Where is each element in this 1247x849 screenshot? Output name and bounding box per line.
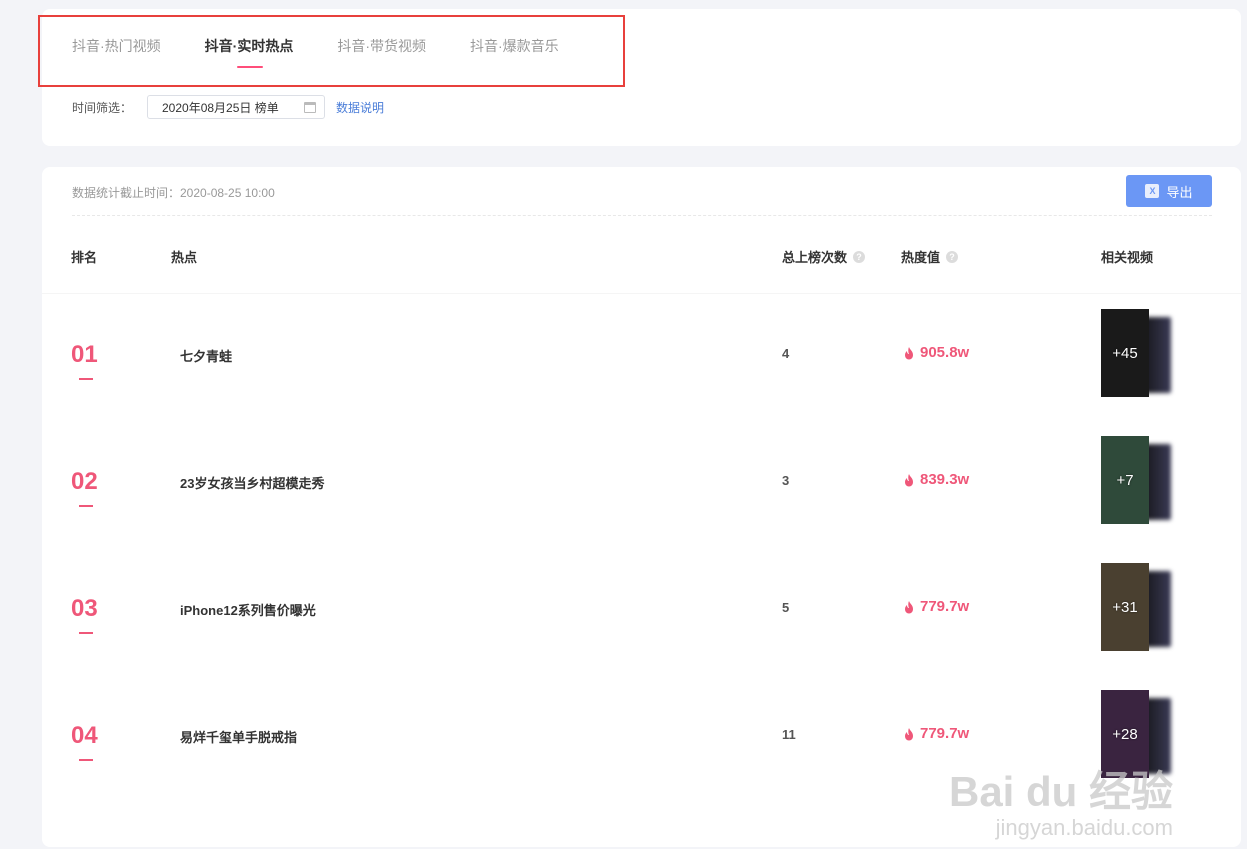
help-icon[interactable]: ? (946, 250, 959, 263)
related-videos[interactable]: +7 (1101, 436, 1181, 524)
header-count-label: 总上榜次数 (782, 250, 848, 265)
heat-value: 779.7w (902, 598, 969, 615)
heat-value-text: 779.7w (920, 598, 970, 615)
video-thumbnail[interactable]: +31 (1101, 563, 1149, 651)
table-row: 02 23岁女孩当乡村超模走秀 3 839.3w +7 (42, 436, 1241, 595)
heat-value-text: 905.8w (920, 344, 970, 361)
tab-hot-videos[interactable]: 抖音·热门视频 (72, 37, 161, 69)
hot-topic-title[interactable]: 易烊千玺单手脱戒指 (180, 727, 297, 746)
rank-number: 03 (71, 595, 98, 622)
header-rank: 排名 (71, 250, 98, 265)
table-row: 01 七夕青蛙 4 905.8w +45 (42, 309, 1241, 468)
divider (72, 215, 1212, 216)
hot-topic-title[interactable]: iPhone12系列售价曝光 (180, 600, 316, 619)
appearance-count: 3 (782, 473, 790, 488)
flame-icon (905, 727, 913, 740)
rank-number: 04 (71, 722, 98, 749)
flame-icon (905, 473, 913, 486)
calendar-icon (304, 101, 316, 113)
video-thumbnail[interactable]: +28 (1101, 690, 1149, 778)
table-row: 04 易烊千玺单手脱戒指 11 779.7w +28 (42, 690, 1241, 849)
related-videos[interactable]: +28 (1101, 690, 1181, 778)
tab-bar: 抖音·热门视频 抖音·实时热点 抖音·带货视频 抖音·爆款音乐 (72, 37, 603, 69)
filter-card: 抖音·热门视频 抖音·实时热点 抖音·带货视频 抖音·爆款音乐 时间筛选： 20… (38, 9, 1241, 146)
heat-value-text: 779.7w (920, 725, 970, 742)
hot-topic-title[interactable]: 七夕青蛙 (180, 346, 232, 365)
filter-row: 时间筛选： 2020年08月25日 榜单 数据说明 (72, 95, 384, 119)
video-count: +28 (1112, 725, 1138, 743)
header-count: 总上榜次数 ? (782, 247, 866, 266)
video-thumbnail[interactable]: +7 (1101, 436, 1149, 524)
header-separator (42, 293, 1241, 294)
date-picker[interactable]: 2020年08月25日 榜单 (147, 95, 325, 119)
rank-number: 02 (71, 468, 98, 495)
heat-value: 779.7w (902, 725, 969, 742)
related-videos[interactable]: +31 (1101, 563, 1181, 651)
table-row: 03 iPhone12系列售价曝光 5 779.7w +31 (42, 563, 1241, 722)
export-button[interactable]: 导出 (1126, 175, 1212, 207)
hot-topic-title[interactable]: 23岁女孩当乡村超模走秀 (180, 473, 324, 492)
ranking-card: 数据统计截止时间：2020-08-25 10:00 导出 排名 热点 总上榜次数… (42, 167, 1241, 847)
data-note-link[interactable]: 数据说明 (336, 99, 384, 116)
flame-icon (905, 600, 913, 613)
time-filter-label: 时间筛选： (72, 100, 133, 115)
date-value: 2020年08月25日 榜单 (162, 100, 279, 115)
appearance-count: 11 (782, 727, 796, 742)
flame-icon (905, 346, 913, 359)
excel-icon (1145, 184, 1160, 198)
appearance-count: 5 (782, 600, 790, 615)
stat-time-text: 数据统计截止时间：2020-08-25 10:00 (72, 186, 275, 200)
appearance-count: 4 (782, 346, 790, 361)
tab-goods-videos[interactable]: 抖音·带货视频 (337, 37, 426, 69)
export-label: 导出 (1166, 184, 1193, 200)
tab-hit-music[interactable]: 抖音·爆款音乐 (470, 37, 559, 69)
video-count: +31 (1112, 598, 1138, 616)
rank-dash (79, 632, 93, 634)
header-topic: 热点 (171, 250, 198, 265)
related-videos[interactable]: +45 (1101, 309, 1181, 397)
header-heat: 热度值 ? (901, 247, 959, 266)
help-icon[interactable]: ? (853, 250, 866, 263)
video-thumbnail[interactable]: +45 (1101, 309, 1149, 397)
video-count: +45 (1112, 344, 1138, 362)
rank-dash (79, 759, 93, 761)
rank-dash (79, 505, 93, 507)
tab-realtime-hot[interactable]: 抖音·实时热点 (205, 37, 293, 69)
header-videos: 相关视频 (1101, 250, 1154, 265)
video-count: +7 (1116, 471, 1134, 489)
rank-dash (79, 378, 93, 380)
heat-value-text: 839.3w (920, 471, 970, 488)
heat-value: 839.3w (902, 471, 969, 488)
header-heat-label: 热度值 (901, 250, 941, 265)
rank-number: 01 (71, 341, 98, 368)
heat-value: 905.8w (902, 344, 969, 361)
